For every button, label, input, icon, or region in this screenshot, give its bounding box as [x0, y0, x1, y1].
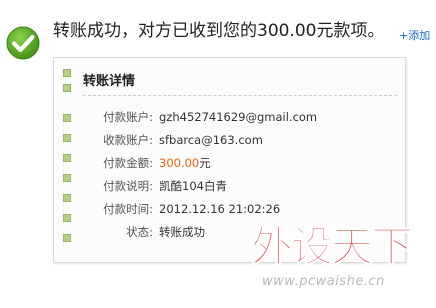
amount-number: 300.00	[159, 156, 200, 170]
amount-unit: 元	[199, 156, 211, 170]
detail-row-time: 付款时间: 2012.12.16 21:02:26	[54, 199, 407, 219]
watermark-logo: 外设天下	[250, 221, 414, 271]
details-title: 转账详情	[83, 74, 136, 89]
status-value: 转账成功	[159, 225, 205, 239]
detail-row-amount: 付款金额: 300.00元	[54, 153, 407, 173]
detail-row-payer: 付款账户: gzh452741629@gmail.com	[54, 107, 407, 127]
note-label: 付款说明:	[103, 179, 153, 193]
payer-label: 付款账户:	[103, 110, 153, 124]
status-label: 状态:	[126, 225, 153, 239]
time-label: 付款时间:	[103, 202, 153, 216]
time-value: 2012.12.16 21:02:26	[159, 202, 281, 216]
check-circle-icon	[6, 26, 40, 60]
amount-label: 付款金额:	[103, 156, 153, 170]
payee-label: 收款账户:	[103, 133, 153, 147]
detail-row-note: 付款说明: 凯酷104白青	[54, 176, 407, 196]
note-value: 凯酷104白青	[159, 179, 227, 193]
detail-row-payee: 收款账户: sfbarca@163.com	[54, 130, 407, 150]
payee-value: sfbarca@163.com	[159, 133, 263, 147]
bullet-dot	[63, 69, 71, 77]
success-headline: 转账成功，对方已收到您的300.00元款项。	[53, 21, 385, 41]
bullet-dot	[63, 84, 71, 92]
title-divider	[83, 95, 397, 96]
payer-value: gzh452741629@gmail.com	[159, 110, 318, 124]
watermark-logo-text: 外设天下	[251, 222, 412, 271]
add-contact-link[interactable]: +添加	[399, 27, 430, 43]
amount-value: 300.00元	[159, 153, 211, 173]
watermark-url: www.pcwaishe.cn	[262, 274, 385, 289]
